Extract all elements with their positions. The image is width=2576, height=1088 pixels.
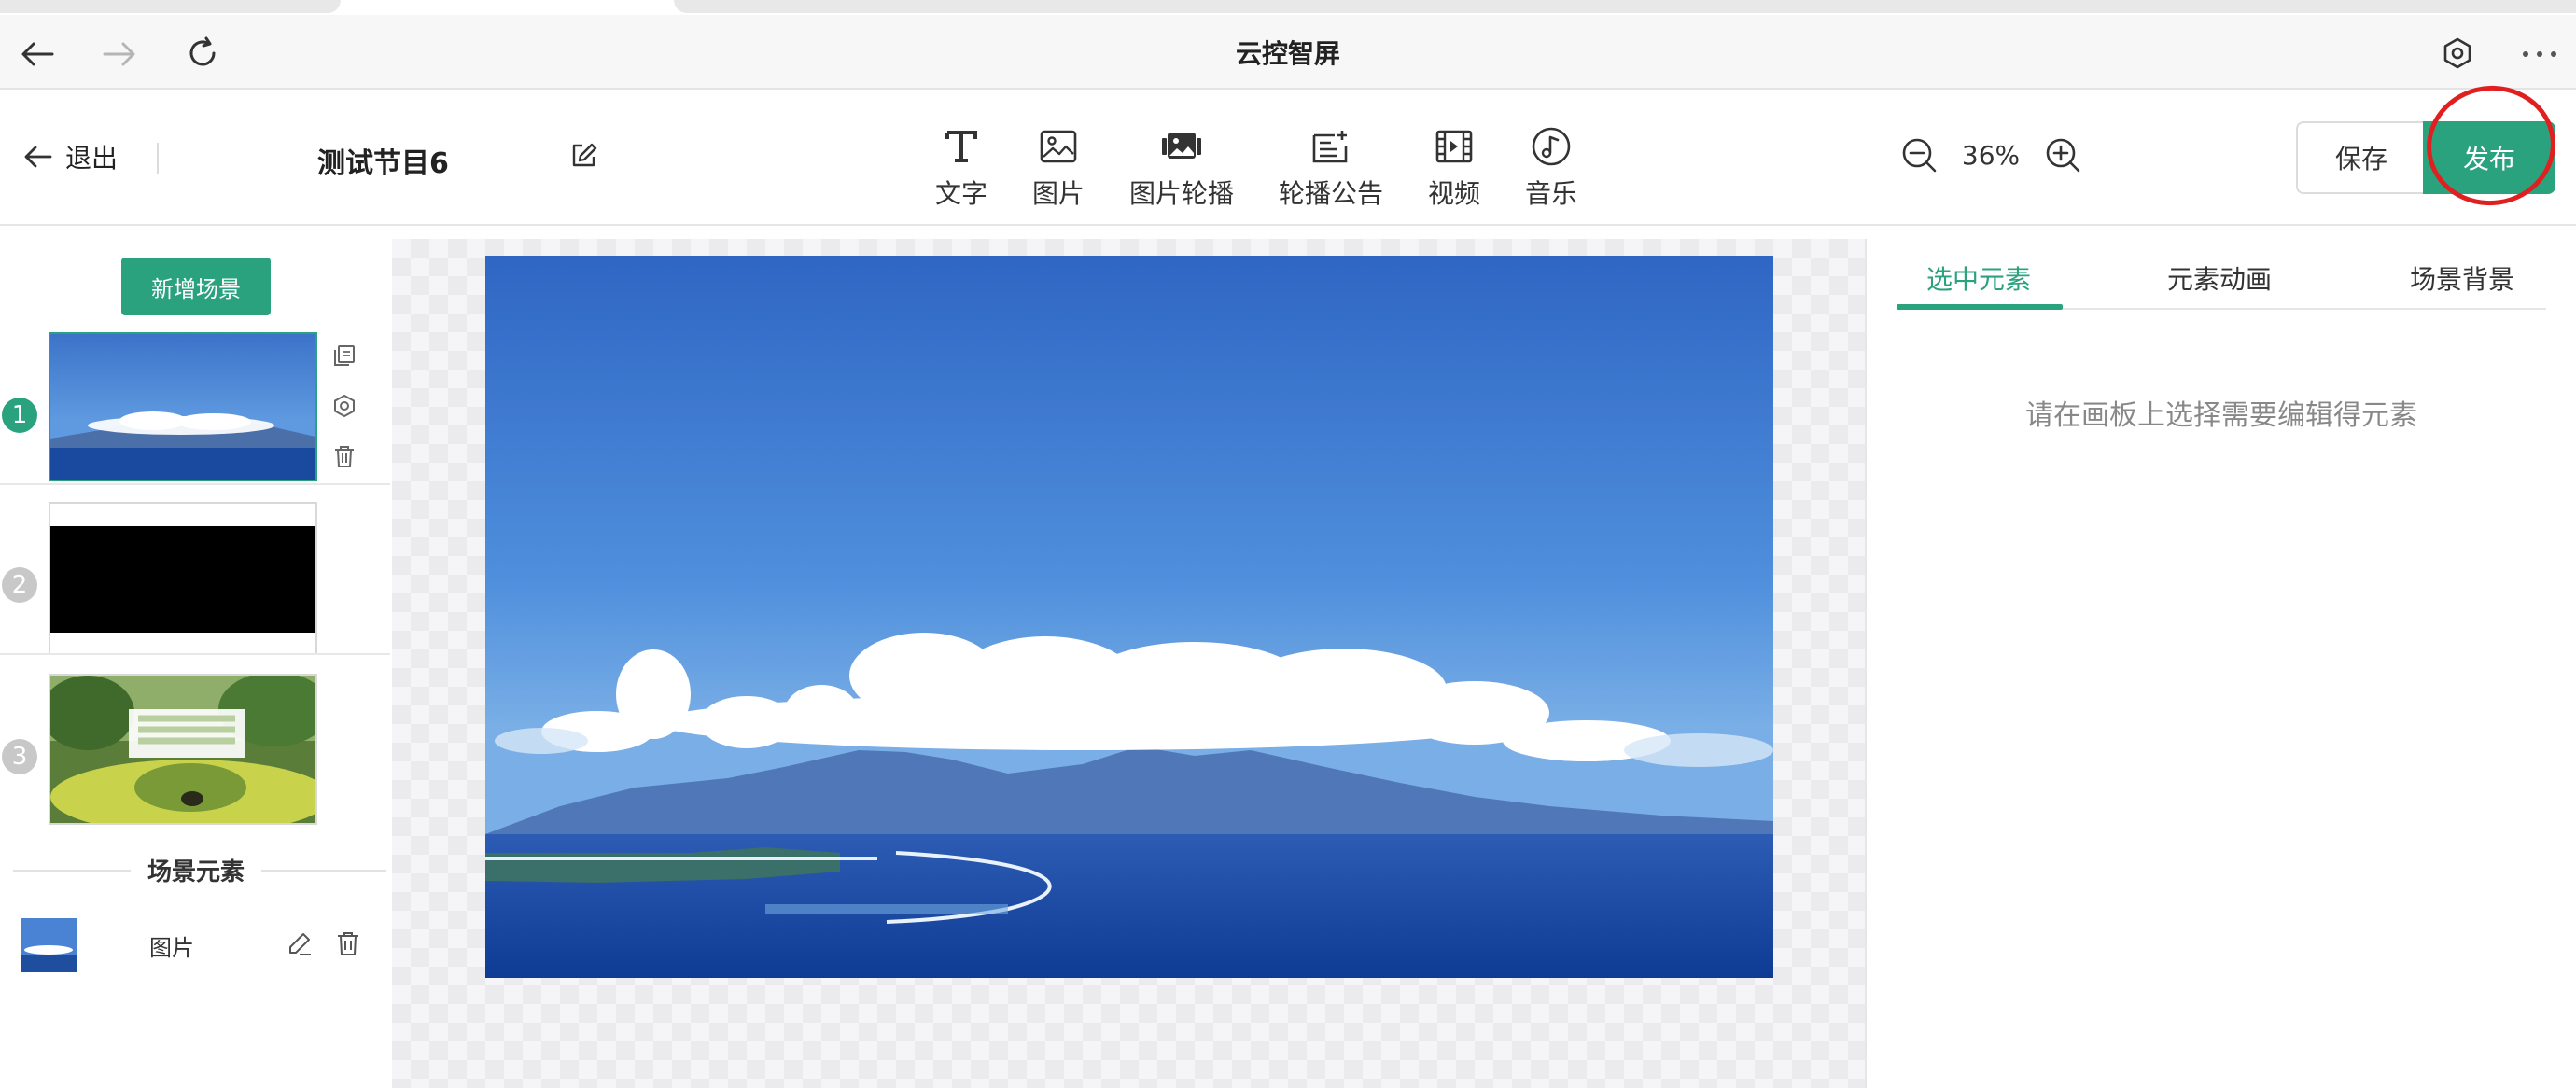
properties-panel	[1867, 239, 2576, 1088]
tool-music[interactable]: 音乐	[1525, 125, 1577, 211]
tool-image[interactable]: 图片	[1032, 125, 1085, 211]
tool-label: 视频	[1428, 178, 1481, 209]
hexagon-gear-icon	[2443, 37, 2471, 69]
music-note-icon	[1528, 125, 1575, 168]
delete-scene-button[interactable]	[330, 442, 358, 470]
copy-icon	[334, 345, 355, 366]
film-icon	[1431, 125, 1477, 168]
tool-label: 文字	[935, 178, 988, 209]
save-button[interactable]: 保存	[2296, 121, 2425, 194]
section-divider	[259, 870, 386, 872]
tool-video[interactable]: 视频	[1428, 125, 1480, 211]
section-divider	[13, 870, 133, 872]
trash-icon	[335, 446, 354, 467]
exit-label: 退出	[65, 143, 119, 174]
element-thumbnail[interactable]	[21, 918, 77, 972]
toolbar-divider	[157, 143, 159, 174]
tab-element-animation[interactable]: 元素动画	[2167, 259, 2272, 297]
scene-divider	[0, 483, 390, 485]
window-title: 云控智屏	[1235, 38, 1340, 69]
zoom-out-icon	[1902, 138, 1937, 173]
ellipsis-icon	[2523, 51, 2556, 57]
black-video-frame	[50, 526, 315, 633]
image-carousel-icon	[1158, 125, 1205, 168]
rename-button[interactable]	[567, 140, 599, 172]
tool-notice-carousel[interactable]: 轮播公告	[1279, 125, 1383, 211]
ocean-landscape-image	[485, 256, 1773, 978]
browser-tab[interactable]	[674, 0, 2576, 13]
back-button[interactable]	[17, 34, 58, 75]
trash-icon	[338, 932, 358, 955]
scene-number: 2	[2, 567, 37, 603]
scene-thumbnail-3[interactable]	[49, 674, 317, 825]
zoom-in-button[interactable]	[2044, 136, 2081, 174]
active-tab-indicator	[1897, 304, 2063, 310]
tool-label: 音乐	[1525, 178, 1578, 209]
tool-label: 图片	[1032, 178, 1085, 209]
tool-text[interactable]: 文字	[935, 125, 987, 211]
zoom-level: 36%	[1961, 140, 2021, 171]
text-T-icon	[938, 125, 985, 168]
scene-number: 3	[2, 739, 37, 774]
duplicate-scene-button[interactable]	[330, 342, 358, 370]
browser-tab[interactable]	[0, 0, 341, 13]
image-icon	[1035, 125, 1082, 168]
arrow-right-icon	[103, 42, 135, 66]
tool-label: 图片轮播	[1129, 178, 1235, 209]
scene-number: 1	[2, 398, 37, 433]
notice-carousel-icon	[1308, 125, 1354, 168]
forward-button[interactable]	[99, 34, 140, 75]
program-title: 测试节目6	[317, 147, 449, 180]
add-scene-button[interactable]: 新增场景	[121, 258, 271, 315]
reload-icon	[189, 36, 216, 66]
edit-icon	[572, 143, 597, 167]
scene-thumbnail-1[interactable]	[49, 332, 317, 481]
reload-button[interactable]	[181, 32, 224, 75]
exit-button[interactable]: 退出	[24, 136, 118, 177]
scene-settings-button[interactable]	[330, 392, 358, 420]
scene-divider	[0, 653, 390, 655]
scene-elements-title: 场景元素	[131, 853, 261, 887]
arrow-left-icon	[21, 42, 54, 66]
arrow-left-icon	[24, 146, 52, 168]
more-button[interactable]	[2516, 37, 2563, 71]
tool-image-carousel[interactable]: 图片轮播	[1129, 125, 1234, 211]
tab-selected-element[interactable]: 选中元素	[1926, 259, 2031, 297]
element-label[interactable]: 图片	[149, 929, 194, 962]
tab-scene-background[interactable]: 场景背景	[2410, 259, 2514, 297]
zoom-in-icon	[2046, 138, 2080, 173]
canvas-image-element[interactable]	[485, 256, 1773, 978]
pencil-icon	[289, 933, 311, 955]
landscape-thumbnail-image	[21, 918, 77, 972]
cartoon-forest-thumbnail-image	[50, 676, 315, 823]
zoom-out-button[interactable]	[1900, 136, 1938, 174]
tool-label: 轮播公告	[1279, 178, 1384, 209]
delete-element-button[interactable]	[332, 928, 364, 959]
landscape-thumbnail-image	[50, 334, 315, 480]
browser-settings-button[interactable]	[2436, 32, 2479, 75]
edit-element-button[interactable]	[284, 928, 315, 959]
gear-icon	[334, 394, 355, 418]
empty-selection-hint: 请在画板上选择需要编辑得元素	[2025, 399, 2417, 432]
scene-thumbnail-2[interactable]	[49, 502, 317, 655]
